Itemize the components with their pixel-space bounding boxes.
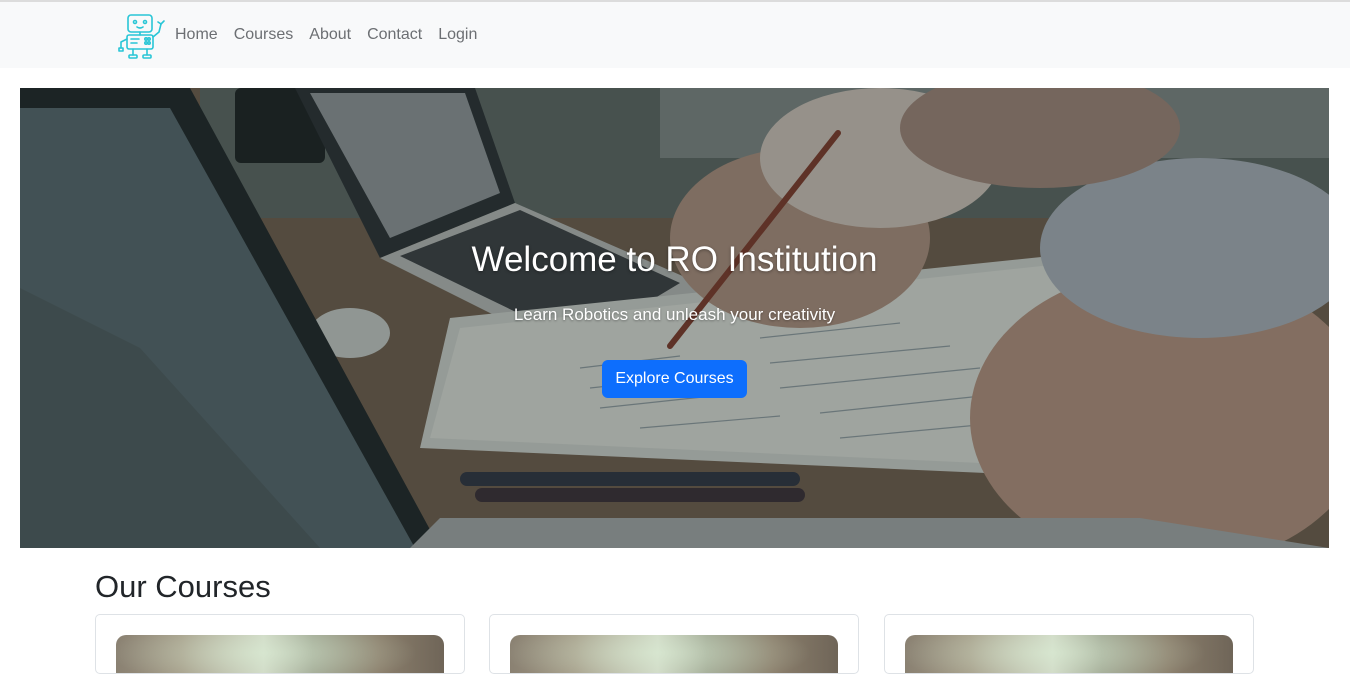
course-card-image [905,635,1233,673]
course-card-image [116,635,444,673]
nav-home-link[interactable]: Home [175,26,218,44]
nav-contact-link[interactable]: Contact [367,26,422,44]
hero-subtitle: Learn Robotics and unleash your creativi… [513,305,836,324]
courses-section-title: Our Courses [95,569,271,604]
course-card-image [510,635,838,673]
course-card[interactable] [489,614,859,674]
nav-courses-link[interactable]: Courses [234,26,294,44]
course-card[interactable] [95,614,465,674]
nav-about-link[interactable]: About [309,26,351,44]
hero-banner: Welcome to RO Institution Learn Robotics… [20,88,1329,548]
robot-logo-icon[interactable] [115,12,169,60]
hero-title: Welcome to RO Institution [471,240,878,279]
nav-links: Home Courses About Contact Login [175,2,493,68]
course-card[interactable] [884,614,1254,674]
explore-courses-button[interactable]: Explore Courses [602,360,747,398]
nav-login-link[interactable]: Login [438,26,477,44]
navbar: Home Courses About Contact Login [0,2,1350,68]
